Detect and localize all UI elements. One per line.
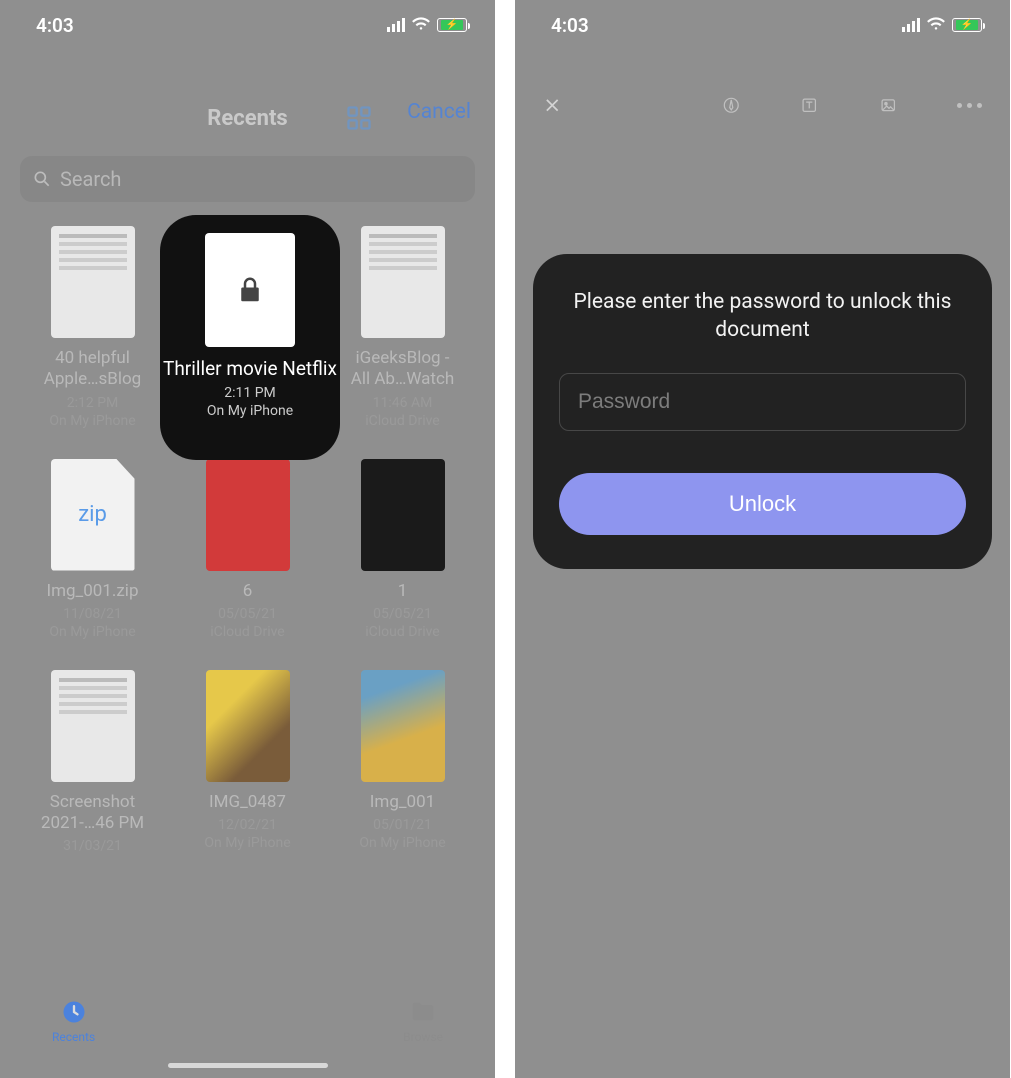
file-location: On My iPhone: [359, 835, 445, 851]
cellular-icon: [902, 18, 920, 32]
file-thumbnail: [361, 459, 445, 571]
status-bar: 4:03 ⚡: [515, 0, 1010, 50]
files-app-screen: 4:03 ⚡ Recents Cancel Search: [0, 0, 495, 1078]
file-location: iCloud Drive: [365, 413, 439, 429]
file-thumbnail: [361, 226, 445, 338]
home-indicator[interactable]: [168, 1063, 328, 1068]
file-item[interactable]: Screenshot 2021-…46 PM 31/03/21: [20, 670, 165, 857]
status-icons: ⚡: [387, 15, 467, 35]
file-location: On My iPhone: [204, 835, 290, 851]
files-header: Recents Cancel: [0, 90, 495, 146]
selected-file-name: Thriller movie Netflix: [163, 357, 337, 381]
file-thumbnail: [51, 670, 135, 782]
file-name: 1: [398, 581, 408, 602]
selected-file-time: 2:11 PM: [224, 385, 276, 401]
file-name: Img_001.zip: [46, 581, 138, 602]
more-icon: [957, 103, 982, 108]
file-thumbnail: [51, 226, 135, 338]
file-name: Screenshot 2021-…46 PM: [41, 792, 144, 835]
file-location: On My iPhone: [49, 413, 135, 429]
close-button[interactable]: [543, 88, 562, 122]
lock-icon: [235, 272, 265, 308]
file-item[interactable]: zip Img_001.zip 11/08/21 On My iPhone: [20, 459, 165, 640]
search-icon: [32, 169, 52, 189]
file-name: iGeeksBlog - All Ab…Watch: [351, 348, 454, 391]
battery-icon: ⚡: [952, 18, 982, 32]
password-input[interactable]: [559, 373, 966, 431]
file-time: 2:12 PM: [67, 395, 119, 411]
charging-icon: ⚡: [961, 20, 973, 31]
file-time: 05/01/21: [373, 817, 432, 833]
file-item[interactable]: IMG_0487 12/02/21 On My iPhone: [175, 670, 320, 857]
tab-label: Recents: [52, 1030, 95, 1044]
status-bar: 4:03 ⚡: [0, 0, 495, 50]
charging-icon: ⚡: [446, 20, 458, 31]
grid-view-icon[interactable]: [345, 104, 373, 136]
status-time: 4:03: [551, 14, 589, 37]
page-title: Recents: [207, 106, 287, 131]
file-item[interactable]: iGeeksBlog - All Ab…Watch 11:46 AM iClou…: [330, 226, 475, 429]
selected-file-location: On My iPhone: [207, 403, 293, 419]
selected-file-card[interactable]: Thriller movie Netflix 2:11 PM On My iPh…: [160, 215, 340, 460]
battery-icon: ⚡: [437, 18, 467, 32]
file-item[interactable]: 6 05/05/21 iCloud Drive: [175, 459, 320, 640]
file-name: 40 helpful Apple…sBlog: [44, 348, 141, 391]
tab-recents[interactable]: Recents: [52, 998, 95, 1044]
file-location: iCloud Drive: [365, 624, 439, 640]
tab-label: Browse: [403, 1030, 443, 1044]
file-time: 31/03/21: [63, 838, 122, 854]
file-time: 12/02/21: [218, 817, 277, 833]
unlock-button[interactable]: Unlock: [559, 473, 966, 535]
image-tool-icon[interactable]: [879, 88, 898, 122]
file-time: 11/08/21: [63, 606, 122, 622]
cancel-button[interactable]: Cancel: [407, 100, 471, 124]
more-button[interactable]: [957, 88, 982, 122]
file-name: 6: [243, 581, 253, 602]
file-thumbnail: [206, 670, 290, 782]
locked-file-thumbnail: [205, 233, 295, 347]
tab-browse[interactable]: Browse: [403, 998, 443, 1044]
status-icons: ⚡: [902, 15, 982, 35]
file-name: Img_001: [370, 792, 435, 813]
wifi-icon: [411, 15, 431, 35]
zip-label: zip: [78, 502, 107, 527]
file-item[interactable]: Img_001 05/01/21 On My iPhone: [330, 670, 475, 857]
file-time: 05/05/21: [373, 606, 432, 622]
pen-tool-icon[interactable]: [722, 88, 741, 122]
file-item[interactable]: 40 helpful Apple…sBlog 2:12 PM On My iPh…: [20, 226, 165, 429]
unlock-dialog: Please enter the password to unlock this…: [533, 254, 992, 569]
editor-toolbar: [515, 70, 1010, 140]
file-item[interactable]: 1 05/05/21 iCloud Drive: [330, 459, 475, 640]
file-name: IMG_0487: [209, 792, 286, 813]
file-time: 11:46 AM: [373, 395, 433, 411]
status-time: 4:03: [36, 14, 74, 37]
editor-unlock-screen: 4:03 ⚡ Please enter t: [515, 0, 1010, 1078]
file-time: 05/05/21: [218, 606, 277, 622]
file-thumbnail: [361, 670, 445, 782]
text-tool-icon[interactable]: [800, 88, 819, 122]
unlock-message: Please enter the password to unlock this…: [559, 288, 966, 345]
file-location: iCloud Drive: [210, 624, 284, 640]
search-bar[interactable]: Search: [20, 156, 475, 202]
file-thumbnail: [206, 459, 290, 571]
wifi-icon: [926, 15, 946, 35]
file-location: On My iPhone: [49, 624, 135, 640]
clock-icon: [60, 998, 88, 1026]
file-thumbnail: zip: [51, 459, 135, 571]
folder-icon: [409, 998, 437, 1026]
cellular-icon: [387, 18, 405, 32]
search-placeholder: Search: [60, 167, 121, 191]
